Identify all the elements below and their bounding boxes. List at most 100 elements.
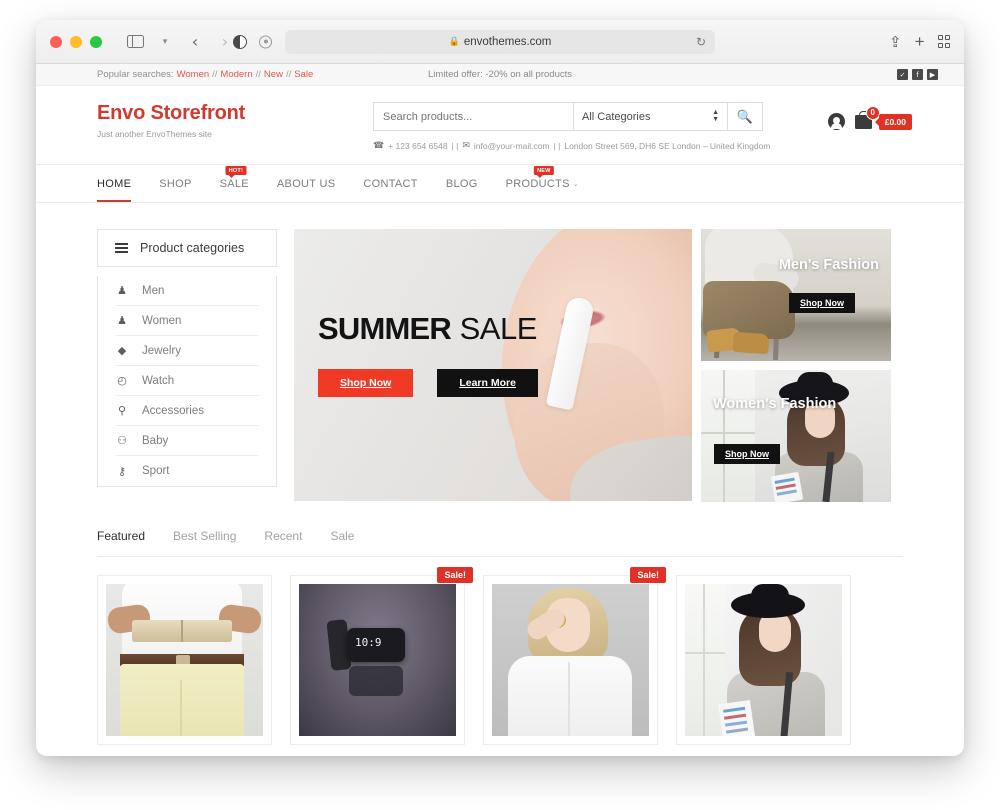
cart-total-amount: £0.00 <box>878 113 912 130</box>
nav-item-about-us[interactable]: ABOUT US <box>263 165 349 202</box>
user-account-icon[interactable] <box>827 113 845 130</box>
contact-email[interactable]: info@your-mail.com <box>474 141 550 151</box>
hero-title-light: SALE <box>459 311 538 346</box>
nav-item-contact[interactable]: CONTACT <box>349 165 431 202</box>
product-grid: Sale! Sale! <box>97 567 903 745</box>
tab-overview-icon[interactable] <box>937 35 950 48</box>
contact-line: ☎ + 123 654 6548 | | ✉ info@your-mail.co… <box>373 140 770 151</box>
facebook-icon[interactable]: f <box>912 69 923 80</box>
category-sidebar: Product categories ♟ Men ♟ Women ◆ Jewel… <box>97 229 277 502</box>
side-banners: Men's Fashion Shop Now Women's Fashion S… <box>701 229 891 502</box>
banner-shop-now-button[interactable]: Shop Now <box>714 444 780 464</box>
popular-link-sale[interactable]: Sale <box>294 69 313 80</box>
sidebar-item-men[interactable]: ♟ Men <box>115 276 259 306</box>
sidebar-item-label: Baby <box>142 434 169 447</box>
main-navigation: HOME SHOP HOT! SALE ABOUT US CONTACT BLO… <box>36 164 964 203</box>
twitter-icon[interactable]: ✓ <box>897 69 908 80</box>
popular-link-modern[interactable]: Modern <box>220 69 252 80</box>
share-icon[interactable]: ⇪ <box>889 33 902 51</box>
popular-searches: Popular searches: Women // Modern // New… <box>97 69 313 80</box>
tab-recent[interactable]: Recent <box>264 529 330 556</box>
category-select[interactable]: All Categories ▲ ▼ <box>573 102 728 131</box>
tab-best-selling[interactable]: Best Selling <box>173 529 264 556</box>
product-card-4[interactable] <box>676 575 851 745</box>
contact-phone[interactable]: + 123 654 6548 <box>388 141 447 151</box>
banner-title: Men's Fashion <box>778 257 879 273</box>
sidebar-item-jewelry[interactable]: ◆ Jewelry <box>115 336 259 366</box>
contact-separator: | | <box>553 140 561 151</box>
product-card-1[interactable] <box>97 575 272 745</box>
sidebar-item-women[interactable]: ♟ Women <box>115 306 259 336</box>
nav-item-products[interactable]: NEW PRODUCTS ⌄ <box>492 165 593 202</box>
banner-shop-now-button[interactable]: Shop Now <box>789 293 855 313</box>
search-input[interactable] <box>373 102 573 131</box>
baby-icon: ⚇ <box>117 434 127 447</box>
popular-searches-label: Popular searches: <box>97 69 174 80</box>
sidebar-item-baby[interactable]: ⚇ Baby <box>115 426 259 456</box>
diamond-icon: ◆ <box>117 344 127 357</box>
search-block: All Categories ▲▼ 🔍 ☎ + 123 654 6548 | |… <box>373 102 770 151</box>
cart-widget[interactable]: 0 £0.00 <box>854 105 912 130</box>
minimize-window-button[interactable] <box>70 35 82 48</box>
popular-link-new[interactable]: New <box>264 69 283 80</box>
product-image <box>492 584 649 736</box>
nav-item-blog[interactable]: BLOG <box>432 165 492 202</box>
sidebar-item-watch[interactable]: ◴ Watch <box>115 366 259 396</box>
hero-title-bold: SUMMER <box>318 311 452 346</box>
chevron-down-icon: ⌄ <box>572 180 579 188</box>
tab-featured[interactable]: Featured <box>97 529 173 556</box>
nav-label: BLOG <box>445 177 478 190</box>
banner-mens-fashion[interactable]: Men's Fashion Shop Now <box>701 229 891 361</box>
nav-label: PRODUCTS <box>505 177 570 190</box>
category-list: ♟ Men ♟ Women ◆ Jewelry ◴ Watch ⚲ Access… <box>97 276 277 487</box>
new-tab-icon[interactable]: + <box>915 32 925 52</box>
product-card-2[interactable]: Sale! <box>290 567 473 745</box>
sidebar-item-sport[interactable]: ⚷ Sport <box>115 456 259 486</box>
hamburger-icon <box>115 243 128 253</box>
nav-item-home[interactable]: HOME <box>97 165 145 202</box>
sidebar-item-label: Jewelry <box>142 344 181 357</box>
address-bar[interactable]: 🔒 envothemes.com ↻ <box>285 29 715 54</box>
product-categories-title: Product categories <box>140 241 245 255</box>
nav-item-sale[interactable]: HOT! SALE <box>206 165 263 202</box>
tab-sale[interactable]: Sale <box>330 529 382 556</box>
lock-icon: 🔒 <box>448 36 460 46</box>
site-logo[interactable]: Envo Storefront <box>97 103 245 123</box>
chevron-updown-icon: ▲ ▼ <box>712 109 719 123</box>
hero-area: SUMMER SALE Shop Now Learn More Men's Fa… <box>294 229 903 502</box>
product-image <box>299 584 456 736</box>
nav-item-shop[interactable]: SHOP <box>145 165 205 202</box>
contact-separator: | | <box>451 140 459 151</box>
close-window-button[interactable] <box>50 35 62 48</box>
hero-banner[interactable]: SUMMER SALE Shop Now Learn More <box>294 229 692 501</box>
product-card-3[interactable]: Sale! <box>483 567 666 745</box>
popular-link-women[interactable]: Women <box>177 69 210 80</box>
hero-learn-more-button[interactable]: Learn More <box>437 369 538 397</box>
banner-womens-fashion[interactable]: Women's Fashion Shop Now <box>701 370 891 502</box>
back-arrow-icon[interactable]: ‹ <box>182 30 208 54</box>
product-categories-header[interactable]: Product categories <box>97 229 277 267</box>
reload-icon[interactable]: ↻ <box>696 35 706 49</box>
hero-shop-now-button[interactable]: Shop Now <box>318 369 414 397</box>
brand-block[interactable]: Envo Storefront Just another EnvoThemes … <box>97 103 245 139</box>
toolbar-left-icons: ▾ ‹ › <box>122 30 238 54</box>
search-submit-button[interactable]: 🔍 <box>728 102 763 131</box>
sidebar-toggle-icon[interactable] <box>122 30 148 54</box>
youtube-icon[interactable]: ▶ <box>927 69 938 80</box>
contact-address: London Street 569, DH6 SE London – Unite… <box>564 140 771 151</box>
product-image <box>685 584 842 736</box>
men-icon: ♟ <box>117 284 127 297</box>
nav-label: CONTACT <box>363 177 418 190</box>
chevron-down-icon[interactable]: ▾ <box>152 30 178 54</box>
new-badge: NEW <box>534 166 554 178</box>
reader-contrast-icon[interactable] <box>233 34 247 49</box>
limited-offer-text: Limited offer: -20% on all products <box>428 69 572 80</box>
page-viewport: Popular searches: Women // Modern // New… <box>36 64 964 756</box>
nav-label: SALE <box>219 177 249 190</box>
maximize-window-button[interactable] <box>90 35 102 48</box>
phone-icon: ☎ <box>373 140 385 150</box>
separator: // <box>285 69 292 80</box>
sidebar-item-accessories[interactable]: ⚲ Accessories <box>115 396 259 426</box>
page-settings-icon[interactable] <box>259 35 272 48</box>
nav-label: HOME <box>97 177 132 190</box>
